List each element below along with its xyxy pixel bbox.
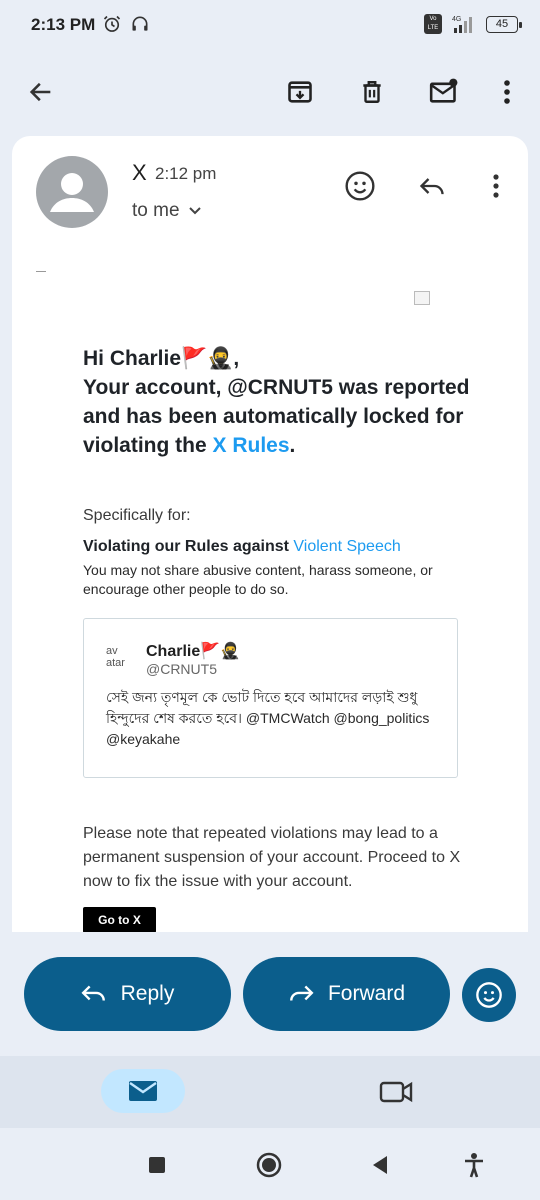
email-card: X 2:12 pm to me Hi Charlie🚩🥷, Your accou… [12,136,528,932]
broken-image [414,291,430,305]
recipient-label: to me [132,200,180,221]
email-headline: Hi Charlie🚩🥷, Your account, @CRNUT5 was … [83,344,483,460]
headphones-icon [132,16,148,31]
mail-icon [129,1081,157,1101]
archive-icon[interactable] [280,72,320,112]
volte-badge: Vo LTE [424,14,442,34]
video-camera-icon [379,1081,413,1103]
violent-speech-link[interactable]: Violent Speech [293,538,400,555]
nav-mail-tab[interactable] [101,1069,185,1113]
bottom-navigation [0,1056,540,1128]
tweet-author-handle: @CRNUT5 [146,661,217,677]
back-icon[interactable] [364,1150,394,1180]
recents-icon[interactable] [142,1150,172,1180]
reply-label: Reply [120,982,175,1005]
message-more-icon[interactable] [486,168,506,204]
signal-icon: 4G [452,16,472,33]
accessibility-icon[interactable] [459,1150,489,1180]
svg-text:4G: 4G [452,16,461,23]
mark-unread-icon[interactable] [424,72,464,112]
battery-indicator: 45 [486,15,522,33]
violation-description: You may not share abusive content, haras… [83,562,433,597]
tweet-avatar: av atar [106,645,125,669]
nav-meet-tab[interactable] [376,1074,416,1110]
recipient-toggle[interactable]: to me [132,200,202,222]
system-navigation [0,1128,540,1200]
reply-icon [81,985,105,1001]
alarm-icon [103,15,121,32]
tweet-text: সেই জন্য তৃণমূল কে ভোট দিতে হবে আমাদের ল… [106,689,430,747]
quoted-tweet[interactable]: av atar Charlie🚩🥷 @CRNUT5 সেই জন্য তৃণমূ… [83,618,458,778]
emoji-reaction-icon[interactable] [342,168,378,204]
status-bar: 2:13 PM Vo LTE 4G 45 [0,0,540,52]
email-toolbar [0,52,540,136]
home-icon[interactable] [254,1150,284,1180]
trash-icon[interactable] [352,72,392,112]
smiley-icon [476,982,502,1008]
forward-label: Forward [327,982,406,1005]
chevron-down-icon [188,207,201,215]
go-to-x-button[interactable]: Go to X [83,907,156,932]
x-rules-link[interactable]: X Rules [213,434,290,457]
arrow-back-icon[interactable] [21,72,61,112]
greeting-line: Hi Charlie🚩🥷, [83,347,240,370]
forward-button[interactable]: Forward [243,957,450,1031]
sent-time: 2:12 pm [155,164,217,183]
sender-name[interactable]: X [132,160,147,186]
status-time: 2:13 PM [31,15,96,34]
divider-mark [36,271,46,272]
reply-button[interactable]: Reply [24,957,231,1031]
more-vert-icon[interactable] [487,72,527,112]
tweet-author-name: Charlie🚩🥷 [146,643,241,660]
specifically-label: Specifically for: [83,507,191,524]
violation-title: Violating our Rules against Violent Spee… [83,538,401,555]
forward-icon [290,985,314,1001]
reply-icon[interactable] [414,168,450,204]
suspension-note: Please note that repeated violations may… [83,825,461,890]
sender-avatar[interactable] [36,156,108,228]
emoji-react-button[interactable] [462,968,516,1022]
